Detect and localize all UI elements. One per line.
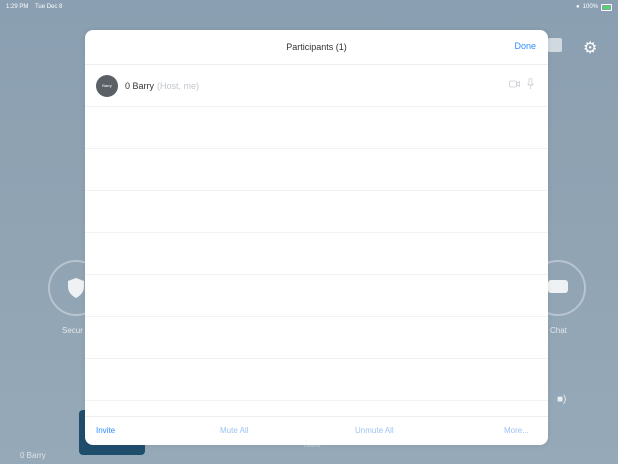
empty-row [85, 191, 548, 233]
gear-icon[interactable]: ⚙ [583, 38, 597, 58]
done-button[interactable]: Done [514, 41, 536, 51]
more-button[interactable]: More... [504, 426, 529, 435]
speaker-icon[interactable]: ■) [557, 394, 566, 405]
status-bar: 1:29 PM Tue Dec 8 ● 100% [0, 0, 618, 14]
empty-row [85, 107, 548, 149]
battery-icon [601, 3, 612, 11]
security-label: Secur [62, 326, 83, 335]
modal-header: Participants (1) Done [85, 30, 548, 65]
status-time: 1:29 PM [6, 4, 29, 10]
empty-row [85, 233, 548, 275]
empty-row [85, 149, 548, 191]
empty-row [85, 359, 548, 401]
status-right: ● 100% [576, 3, 612, 11]
unmute-all-button[interactable]: Unmute All [355, 426, 394, 435]
video-name-tag: 0 Barry [20, 451, 46, 460]
chat-bubble-icon [548, 280, 568, 293]
empty-row [85, 275, 548, 317]
empty-row [85, 317, 548, 359]
battery-percent: 100% [582, 4, 598, 10]
modal-footer: Invite Mute All Unmute All More... [85, 416, 548, 445]
participant-status-icons [509, 78, 534, 90]
zoom-meeting-screen: 1:29 PM Tue Dec 8 ● 100% ⚙ Secur Chat ■)… [0, 0, 618, 464]
participant-row[interactable]: Barry 0 Barry (Host, me) [85, 65, 548, 107]
status-left: 1:29 PM Tue Dec 8 [6, 4, 62, 10]
status-date: Tue Dec 8 [34, 4, 63, 10]
mute-all-button[interactable]: Mute All [220, 426, 248, 435]
chat-label: Chat [550, 326, 567, 335]
video-camera-icon [509, 80, 520, 88]
modal-title: Participants (1) [286, 42, 347, 52]
avatar: Barry [96, 74, 118, 97]
participant-name: 0 Barry [125, 80, 155, 91]
microphone-icon [527, 78, 534, 89]
participant-role: (Host, me) [157, 80, 200, 91]
shield-icon [68, 278, 84, 298]
invite-button[interactable]: Invite [96, 426, 115, 435]
participants-modal: Participants (1) Done Barry 0 Barry (Hos… [85, 30, 548, 445]
switch-camera-icon[interactable] [548, 38, 562, 52]
wifi-icon: ● [576, 4, 580, 10]
